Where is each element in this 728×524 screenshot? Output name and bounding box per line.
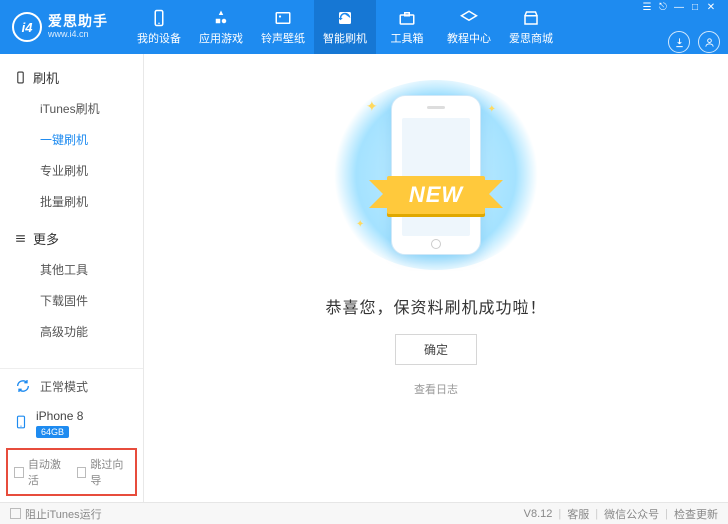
header-right: ☰ ⎋ — □ ✕	[640, 1, 720, 53]
store-icon	[522, 9, 540, 27]
version-label: V8.12	[524, 508, 553, 520]
nav-my-device[interactable]: 我的设备	[128, 0, 190, 54]
sparkle-icon: ✦	[366, 98, 378, 115]
checkbox-label: 阻止iTunes运行	[25, 506, 102, 522]
apps-icon	[212, 9, 230, 27]
nav-label: 工具箱	[391, 30, 424, 46]
nav-label: 智能刷机	[323, 30, 367, 46]
user-icon	[704, 37, 715, 48]
checkbox-skip-wizard[interactable]: 跳过向导	[77, 456, 130, 488]
nav-store[interactable]: 爱思商城	[500, 0, 562, 54]
image-icon	[274, 9, 292, 27]
menu-icon	[14, 232, 27, 245]
brand-title: 爱思助手	[48, 14, 108, 29]
sparkle-icon: ✦	[356, 219, 364, 230]
nav-ringtones[interactable]: 铃声壁纸	[252, 0, 314, 54]
sidebar-item-pro-flash[interactable]: 专业刷机	[0, 155, 143, 186]
checkbox-block-itunes[interactable]: 阻止iTunes运行	[10, 506, 102, 522]
checkbox-icon	[10, 508, 21, 519]
device-info[interactable]: iPhone 8 64GB	[0, 403, 143, 446]
nav-label: 铃声壁纸	[261, 30, 305, 46]
device-name: iPhone 8	[36, 409, 83, 423]
group-title: 更多	[33, 229, 59, 248]
phone-icon	[14, 71, 27, 84]
wechat-link[interactable]: 微信公众号	[604, 506, 659, 522]
logo-badge: i4	[12, 12, 42, 42]
sidebar-item-batch-flash[interactable]: 批量刷机	[0, 186, 143, 217]
sidebar-group-more[interactable]: 更多	[0, 223, 143, 254]
checkbox-icon	[77, 467, 87, 478]
app-header: i4 爱思助手 www.i4.cn 我的设备 应用游戏 铃声壁纸 智能刷机 工具…	[0, 0, 728, 54]
nav-label: 教程中心	[447, 30, 491, 46]
nav-label: 我的设备	[137, 30, 181, 46]
nav-flash[interactable]: 智能刷机	[314, 0, 376, 54]
nav-label: 应用游戏	[199, 30, 243, 46]
menu-icon[interactable]: ☰	[640, 1, 654, 13]
status-bar: 阻止iTunes运行 V8.12 | 客服 | 微信公众号 | 检查更新	[0, 502, 728, 524]
sidebar-item-advanced[interactable]: 高级功能	[0, 316, 143, 347]
mode-status[interactable]: 正常模式	[0, 368, 143, 403]
minimize-icon[interactable]: —	[672, 1, 686, 13]
checkbox-icon	[14, 467, 24, 478]
phone-icon	[150, 9, 168, 27]
sidebar-item-other-tools[interactable]: 其他工具	[0, 254, 143, 285]
checkbox-label: 跳过向导	[90, 456, 129, 488]
maximize-icon[interactable]: □	[688, 1, 702, 13]
device-icon	[14, 413, 28, 434]
phone-illustration	[391, 95, 481, 255]
device-capacity: 64GB	[36, 426, 69, 438]
hero-illustration: ✦ ✦ ✦ NEW	[326, 80, 546, 270]
check-update-link[interactable]: 检查更新	[674, 506, 718, 522]
lock-icon[interactable]: ⎋	[656, 1, 670, 13]
window-controls: ☰ ⎋ — □ ✕	[640, 1, 718, 13]
group-title: 刷机	[33, 68, 59, 87]
success-message: 恭喜您，保资料刷机成功啦！	[325, 294, 546, 318]
sidebar: 刷机 iTunes刷机 一键刷机 专业刷机 批量刷机 更多 其他工具 下载固件 …	[0, 54, 144, 502]
highlight-options: 自动激活 跳过向导	[6, 448, 137, 496]
sidebar-group-flash[interactable]: 刷机	[0, 62, 143, 93]
checkbox-label: 自动激活	[28, 456, 67, 488]
mode-label: 正常模式	[40, 378, 88, 395]
sync-icon	[14, 377, 32, 395]
sidebar-item-download-fw[interactable]: 下载固件	[0, 285, 143, 316]
view-log-link[interactable]: 查看日志	[414, 381, 458, 397]
brand-subtitle: www.i4.cn	[48, 30, 108, 40]
nav-toolbox[interactable]: 工具箱	[376, 0, 438, 54]
support-link[interactable]: 客服	[567, 506, 589, 522]
refresh-icon	[336, 9, 354, 27]
checkbox-auto-activate[interactable]: 自动激活	[14, 456, 67, 488]
user-button[interactable]	[698, 31, 720, 53]
brand-logo: i4 爱思助手 www.i4.cn	[12, 12, 128, 42]
nav-label: 爱思商城	[509, 30, 553, 46]
sparkle-icon: ✦	[488, 104, 496, 115]
sidebar-item-oneclick-flash[interactable]: 一键刷机	[0, 124, 143, 155]
sidebar-item-itunes-flash[interactable]: iTunes刷机	[0, 93, 143, 124]
school-icon	[460, 9, 478, 27]
top-nav: 我的设备 应用游戏 铃声壁纸 智能刷机 工具箱 教程中心 爱思商城	[128, 0, 562, 54]
close-icon[interactable]: ✕	[704, 1, 718, 13]
download-button[interactable]	[668, 31, 690, 53]
app-body: 刷机 iTunes刷机 一键刷机 专业刷机 批量刷机 更多 其他工具 下载固件 …	[0, 54, 728, 502]
download-icon	[674, 37, 685, 48]
main-content: ✦ ✦ ✦ NEW 恭喜您，保资料刷机成功啦！ 确定 查看日志	[144, 54, 728, 502]
new-ribbon: NEW	[387, 176, 485, 214]
nav-apps[interactable]: 应用游戏	[190, 0, 252, 54]
toolbox-icon	[398, 9, 416, 27]
nav-tutorials[interactable]: 教程中心	[438, 0, 500, 54]
ok-button[interactable]: 确定	[395, 334, 477, 365]
